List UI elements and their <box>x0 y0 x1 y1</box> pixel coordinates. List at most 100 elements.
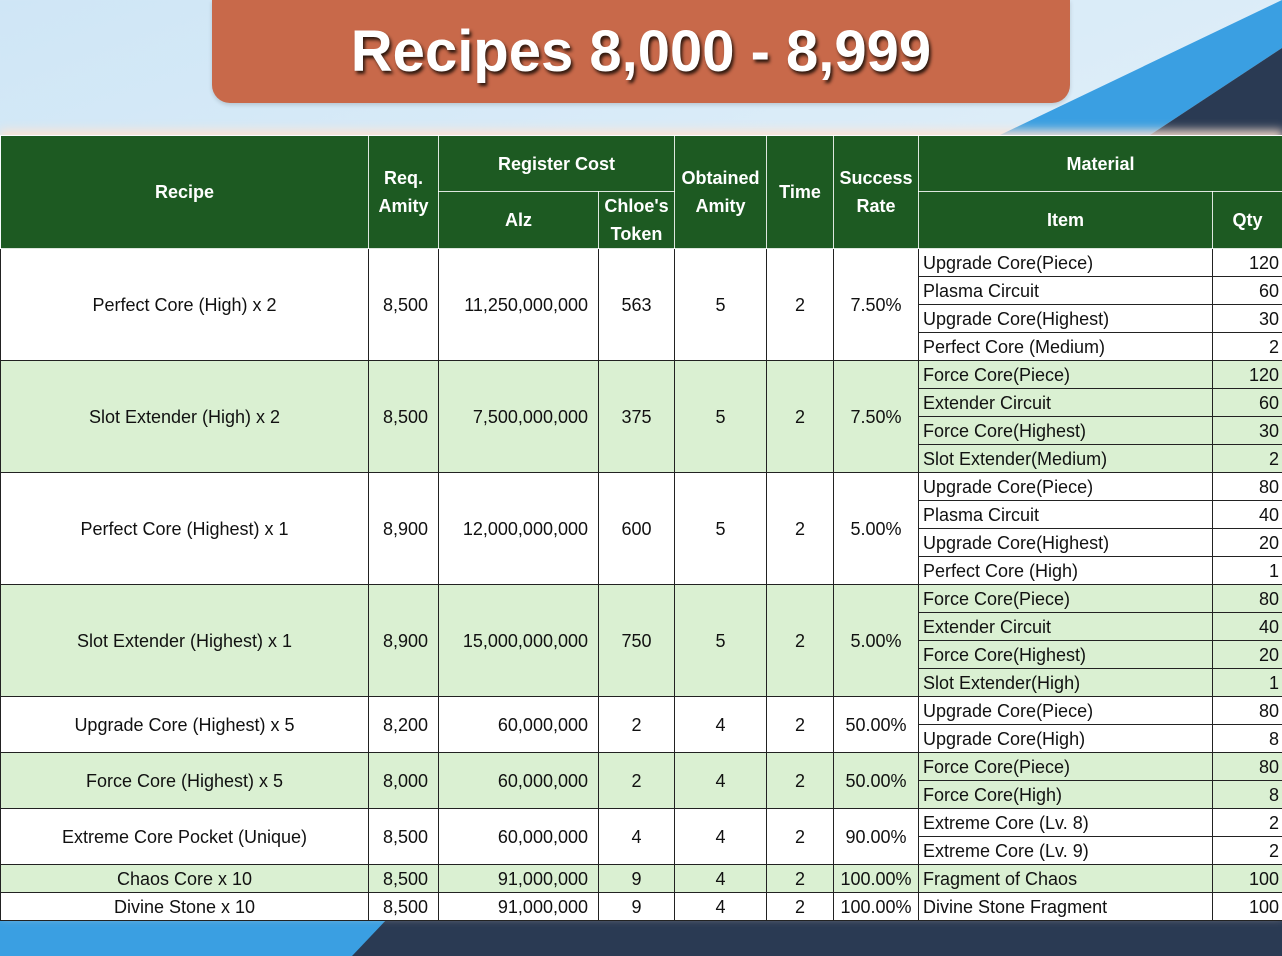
material-qty: 30 <box>1212 416 1282 445</box>
material-item: Upgrade Core(Highest) <box>918 304 1213 333</box>
req-amity: 8,500 <box>368 892 439 921</box>
req-amity: 8,500 <box>368 360 439 473</box>
material-qty: 40 <box>1212 612 1282 641</box>
material-item: Upgrade Core(Piece) <box>918 696 1213 725</box>
alz-cost: 11,250,000,000 <box>438 248 599 361</box>
table-row: Extreme Core Pocket (Unique) 8,500 60,000,… <box>0 808 1282 865</box>
material-item: Force Core(Highest) <box>918 416 1213 445</box>
material-qty: 80 <box>1212 472 1282 501</box>
chloes-token: 563 <box>598 248 675 361</box>
alz-cost: 12,000,000,000 <box>438 472 599 585</box>
obtained-amity: 5 <box>674 472 767 585</box>
obtained-amity: 5 <box>674 584 767 697</box>
chloes-token: 2 <box>598 696 675 753</box>
obtained-amity: 5 <box>674 360 767 473</box>
header-time: Time <box>766 135 834 249</box>
chloes-token: 4 <box>598 808 675 865</box>
req-amity: 8,900 <box>368 472 439 585</box>
craft-time: 2 <box>766 472 834 585</box>
req-amity: 8,200 <box>368 696 439 753</box>
material-qty: 80 <box>1212 696 1282 725</box>
material-item: Fragment of Chaos <box>918 864 1213 893</box>
success-rate: 7.50% <box>833 248 919 361</box>
material-qty: 1 <box>1212 556 1282 585</box>
success-rate: 50.00% <box>833 696 919 753</box>
material-item: Perfect Core (Medium) <box>918 332 1213 361</box>
material-qty: 40 <box>1212 500 1282 529</box>
header-register-cost: Register Cost <box>438 135 675 192</box>
craft-time: 2 <box>766 752 834 809</box>
success-rate: 100.00% <box>833 892 919 921</box>
success-rate: 7.50% <box>833 360 919 473</box>
material-item: Force Core(High) <box>918 780 1213 809</box>
header-alz: Alz <box>438 191 599 249</box>
recipe-name: Slot Extender (High) x 2 <box>0 360 369 473</box>
success-rate: 50.00% <box>833 752 919 809</box>
recipe-name: Extreme Core Pocket (Unique) <box>0 808 369 865</box>
recipe-name: Slot Extender (Highest) x 1 <box>0 584 369 697</box>
header-qty: Qty <box>1212 191 1282 249</box>
recipe-name: Divine Stone x 10 <box>0 892 369 921</box>
material-item: Extreme Core (Lv. 8) <box>918 808 1213 837</box>
material-item: Upgrade Core(High) <box>918 724 1213 753</box>
material-item: Extender Circuit <box>918 388 1213 417</box>
material-qty: 1 <box>1212 668 1282 697</box>
material-qty: 2 <box>1212 836 1282 865</box>
alz-cost: 91,000,000 <box>438 892 599 921</box>
req-amity: 8,900 <box>368 584 439 697</box>
obtained-amity: 4 <box>674 808 767 865</box>
header-item: Item <box>918 191 1213 249</box>
header-row-top: Recipe Req. Amity Register Cost Obtained… <box>0 135 1282 249</box>
table-body: Perfect Core (High) x 2 8,500 11,250,000,0… <box>0 248 1282 921</box>
alz-cost: 7,500,000,000 <box>438 360 599 473</box>
material-qty: 120 <box>1212 248 1282 277</box>
recipe-name: Force Core (Highest) x 5 <box>0 752 369 809</box>
material-qty: 20 <box>1212 528 1282 557</box>
chloes-token: 600 <box>598 472 675 585</box>
success-rate: 100.00% <box>833 864 919 893</box>
success-rate: 5.00% <box>833 472 919 585</box>
recipe-name: Upgrade Core (Highest) x 5 <box>0 696 369 753</box>
req-amity: 8,000 <box>368 752 439 809</box>
craft-time: 2 <box>766 584 834 697</box>
material-item: Slot Extender(High) <box>918 668 1213 697</box>
bottom-left-blue-wedge <box>0 918 388 956</box>
material-item: Upgrade Core(Highest) <box>918 528 1213 557</box>
success-rate: 90.00% <box>833 808 919 865</box>
material-qty: 20 <box>1212 640 1282 669</box>
alz-cost: 60,000,000 <box>438 696 599 753</box>
success-rate: 5.00% <box>833 584 919 697</box>
recipe-name: Perfect Core (Highest) x 1 <box>0 472 369 585</box>
craft-time: 2 <box>766 808 834 865</box>
craft-time: 2 <box>766 892 834 921</box>
chloes-token: 750 <box>598 584 675 697</box>
material-qty: 60 <box>1212 388 1282 417</box>
material-qty: 30 <box>1212 304 1282 333</box>
obtained-amity: 4 <box>674 892 767 921</box>
material-item: Upgrade Core(Piece) <box>918 248 1213 277</box>
alz-cost: 60,000,000 <box>438 808 599 865</box>
material-qty: 8 <box>1212 724 1282 753</box>
title-banner: Recipes 8,000 - 8,999 <box>212 0 1070 103</box>
material-item: Force Core(Piece) <box>918 360 1213 389</box>
obtained-amity: 4 <box>674 752 767 809</box>
chloes-token: 9 <box>598 892 675 921</box>
page: { "title": "Recipes 8,000 - 8,999", "col… <box>0 0 1282 956</box>
material-item: Force Core(Highest) <box>918 640 1213 669</box>
material-item: Force Core(Piece) <box>918 752 1213 781</box>
header-recipe: Recipe <box>0 135 369 249</box>
material-qty: 100 <box>1212 892 1282 921</box>
craft-time: 2 <box>766 248 834 361</box>
header-req-amity: Req. Amity <box>368 135 439 249</box>
chloes-token: 2 <box>598 752 675 809</box>
material-item: Perfect Core (High) <box>918 556 1213 585</box>
req-amity: 8,500 <box>368 864 439 893</box>
material-item: Force Core(Piece) <box>918 584 1213 613</box>
header-material: Material <box>918 135 1282 192</box>
table-header: Recipe Req. Amity Register Cost Obtained… <box>0 135 1282 249</box>
chloes-token: 375 <box>598 360 675 473</box>
chloes-token: 9 <box>598 864 675 893</box>
table-row: Force Core (Highest) x 5 8,000 60,000,000 2… <box>0 752 1282 809</box>
table-row: Upgrade Core (Highest) x 5 8,200 60,000,00… <box>0 696 1282 753</box>
table-row: Slot Extender (High) x 2 8,500 7,500,000,0… <box>0 360 1282 473</box>
